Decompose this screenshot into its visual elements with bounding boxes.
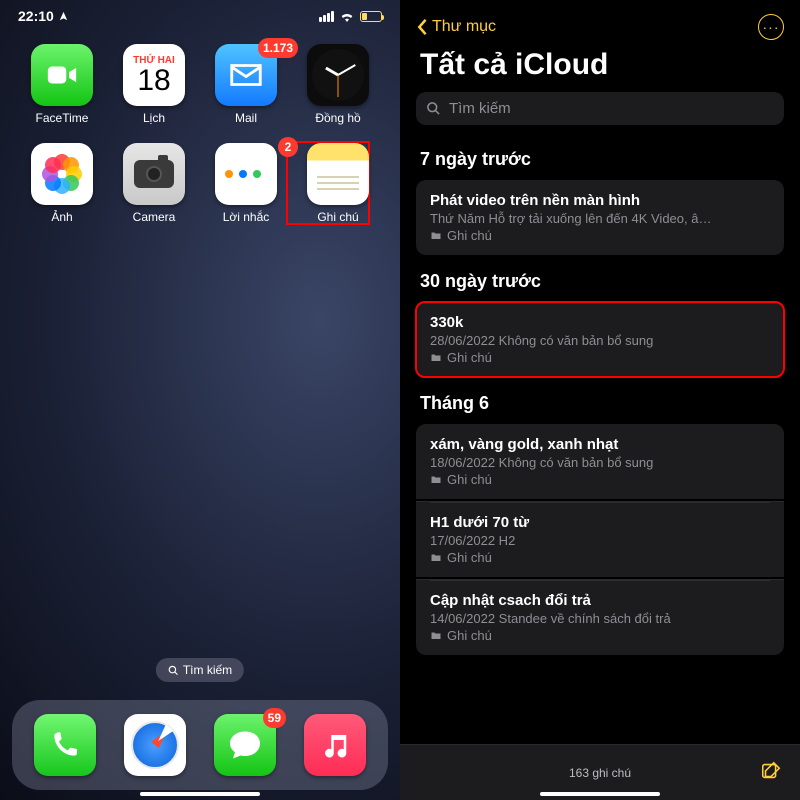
app-label: Lời nhắc [223, 210, 270, 224]
app-label: FaceTime [36, 111, 89, 125]
app-label: Mail [235, 111, 257, 125]
app-clock[interactable]: Đồng hồ [296, 44, 380, 125]
clock-icon [307, 44, 369, 106]
calendar-icon: THỨ HAI 18 [123, 44, 185, 106]
status-bar: 22:10 [0, 0, 400, 28]
note-folder: Ghi chú [430, 350, 770, 365]
app-label: Camera [133, 210, 176, 224]
photos-icon [31, 143, 93, 205]
app-label: Đồng hồ [315, 111, 360, 125]
app-notes[interactable]: Ghi chú [296, 143, 380, 224]
app-mail[interactable]: 1.173 Mail [204, 44, 288, 125]
badge: 59 [263, 708, 286, 728]
app-camera[interactable]: Camera [112, 143, 196, 224]
note-item[interactable]: 330k 28/06/2022 Không có văn bản bổ sung… [416, 302, 784, 377]
notes-app: Thư mục ··· Tất cả iCloud Tìm kiếm 7 ngà… [400, 0, 800, 800]
section-header: Tháng 6 [420, 393, 780, 414]
badge: 1.173 [258, 38, 298, 58]
home-indicator[interactable] [540, 792, 660, 796]
search-input[interactable]: Tìm kiếm [416, 92, 784, 125]
bottom-toolbar: 163 ghi chú [400, 744, 800, 800]
safari-icon [124, 714, 186, 776]
spotlight-search[interactable]: Tìm kiếm [156, 658, 244, 682]
phone-icon [34, 714, 96, 776]
search-icon [426, 101, 441, 116]
folder-icon [430, 474, 442, 486]
more-button[interactable]: ··· [758, 14, 784, 40]
note-folder: Ghi chú [430, 228, 770, 243]
signal-icon [319, 11, 334, 22]
reminders-icon [215, 143, 277, 205]
facetime-icon [31, 44, 93, 106]
ellipsis-icon: ··· [763, 19, 780, 35]
app-label: Ảnh [51, 210, 72, 224]
dock-music[interactable] [304, 714, 366, 776]
app-calendar[interactable]: THỨ HAI 18 Lịch [112, 44, 196, 125]
app-facetime[interactable]: FaceTime [20, 44, 104, 125]
notes-icon [307, 143, 369, 205]
status-time: 22:10 [18, 8, 54, 24]
section-header: 30 ngày trước [420, 271, 780, 292]
notes-header: Thư mục ··· [400, 0, 800, 48]
app-reminders[interactable]: 2 Lời nhắc [204, 143, 288, 224]
app-label: Lịch [143, 111, 165, 125]
wifi-icon [339, 10, 355, 22]
dock-safari[interactable] [124, 714, 186, 776]
folder-icon [430, 552, 442, 564]
note-item[interactable]: Phát video trên nền màn hình Thứ Năm Hỗ … [416, 180, 784, 255]
camera-icon [123, 143, 185, 205]
note-item[interactable]: Cập nhật csach đổi trả 14/06/2022 Stande… [416, 579, 784, 655]
search-icon [168, 665, 179, 676]
section-header: 7 ngày trước [420, 149, 780, 170]
folder-icon [430, 352, 442, 364]
compose-icon [760, 760, 782, 782]
note-item[interactable]: xám, vàng gold, xanh nhạt 18/06/2022 Khô… [416, 424, 784, 499]
note-item[interactable]: H1 dưới 70 từ 17/06/2022 H2 Ghi chú [416, 501, 784, 577]
dock-messages[interactable]: 59 [214, 714, 276, 776]
note-folder: Ghi chú [430, 472, 770, 487]
dock: 59 [12, 700, 388, 790]
folder-icon [430, 630, 442, 642]
app-photos[interactable]: Ảnh [20, 143, 104, 224]
compose-button[interactable] [760, 760, 782, 785]
folder-icon [430, 230, 442, 242]
note-folder: Ghi chú [430, 628, 770, 643]
note-folder: Ghi chú [430, 550, 770, 565]
location-icon [58, 11, 69, 22]
notes-list[interactable]: 7 ngày trước Phát video trên nền màn hìn… [400, 133, 800, 744]
app-label: Ghi chú [317, 210, 358, 224]
battery-icon [360, 11, 382, 22]
search-placeholder: Tìm kiếm [449, 100, 511, 117]
page-title: Tất cả iCloud [400, 48, 800, 92]
home-indicator[interactable] [140, 792, 260, 796]
badge: 2 [278, 137, 298, 157]
dock-phone[interactable] [34, 714, 96, 776]
chevron-left-icon [416, 18, 428, 36]
music-icon [304, 714, 366, 776]
app-grid: FaceTime THỨ HAI 18 Lịch 1.173 Mail Đồng… [0, 28, 400, 224]
back-button[interactable]: Thư mục [416, 18, 496, 36]
home-screen: 22:10 FaceTime THỨ HAI 18 Lịch 1.173 [0, 0, 400, 800]
notes-count: 163 ghi chú [569, 766, 631, 780]
